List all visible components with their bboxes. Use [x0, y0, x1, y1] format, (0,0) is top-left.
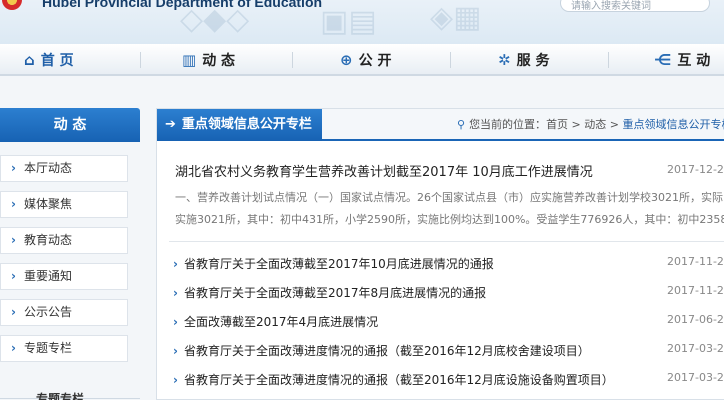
sidebar-item-label: 媒体聚焦: [23, 197, 72, 211]
feature-article-summary: 一、营养改善计划试点情况（一）国家试点情况。26个国家试点县（市）应实施营养改善…: [175, 187, 724, 231]
content-panel: ➔ 重点领域信息公开专栏 ⚲ 您当前的位置：首页 > 动态 > 重点领域信息公开专栏…: [156, 108, 724, 400]
header-decoration: ◈▦: [430, 0, 482, 35]
emblem-logo: [2, 0, 22, 10]
nav-item-interact[interactable]: ⋲ 互 动: [654, 44, 710, 76]
site-title: Hubei Provincial Department of Education: [42, 0, 323, 10]
building-icon: ▥: [182, 51, 197, 69]
chevron-right-icon: ➔: [165, 117, 176, 132]
nav-item-news[interactable]: ▥ 动 态: [182, 44, 235, 76]
list-item[interactable]: › 全面改薄截至2017年4月底进展情况 2017-06-22: [173, 313, 724, 333]
chevron-right-icon: ›: [11, 269, 16, 283]
sidebar-item-notices[interactable]: › 重要通知: [0, 263, 128, 290]
main-nav: ⌂ 首 页 ▥ 动 态 ⊕ 公 开 ✲ 服 务 ⋲ 互 动: [0, 44, 724, 76]
gear-icon: ✲: [498, 51, 511, 69]
chevron-right-icon: ›: [11, 233, 16, 247]
chevron-right-icon: ›: [11, 197, 16, 211]
panel-title: 重点领域信息公开专栏: [181, 117, 312, 132]
sidebar-item-dept-news[interactable]: › 本厅动态: [0, 155, 128, 182]
nav-item-label: 首 页: [40, 53, 74, 69]
nav-item-label: 服 务: [516, 53, 550, 69]
nav-divider: [450, 52, 451, 68]
list-item[interactable]: › 省教育厅关于全面改薄进度情况的通报（截至2016年12月底校舍建设项目） 20…: [173, 342, 724, 362]
feature-article-date: 2017-12-20: [667, 163, 724, 176]
breadcrumb-separator: >: [568, 118, 585, 131]
globe-icon: ⊕: [340, 51, 353, 69]
site-header: ◇◆◇ ▣▤ ◈▦ Hubei Provincial Department of…: [0, 0, 724, 44]
chevron-right-icon: ›: [173, 257, 178, 271]
list-item-title: 省教育厅关于全面改薄截至2017年8月底进展情况的通报: [183, 286, 487, 300]
list-item-date: 2017-03-24: [667, 371, 724, 384]
nav-divider: [608, 52, 609, 68]
chevron-right-icon: ›: [11, 341, 16, 355]
list-item-title: 全面改薄截至2017年4月底进展情况: [183, 315, 379, 329]
sidebar-item-media[interactable]: › 媒体聚焦: [0, 191, 128, 218]
share-icon: ⋲: [654, 51, 672, 69]
chevron-right-icon: ›: [173, 344, 178, 358]
list-divider: [169, 241, 724, 242]
list-item[interactable]: › 省教育厅关于全面改薄进度情况的通报（截至2016年12月底设施设备购置项目） …: [173, 371, 724, 391]
breadcrumb: ⚲ 您当前的位置：首页 > 动态 > 重点领域信息公开专栏: [457, 109, 724, 141]
summary-line: 实施3021所，其中：初中431所，小学2590所，实施比例均达到100%。受益…: [175, 213, 724, 226]
sidebar-item-label: 专题专栏: [23, 341, 72, 355]
chevron-right-icon: ›: [173, 286, 178, 300]
sidebar-item-label: 教育动态: [23, 233, 72, 247]
breadcrumb-separator: >: [606, 118, 623, 131]
breadcrumb-section-link[interactable]: 动态: [584, 118, 606, 131]
sidebar-item-topics[interactable]: › 专题专栏: [0, 335, 128, 362]
sidebar-title: 动 态: [0, 108, 140, 142]
panel-header: ➔ 重点领域信息公开专栏 ⚲ 您当前的位置：首页 > 动态 > 重点领域信息公开专栏: [157, 109, 724, 141]
list-item-title: 省教育厅关于全面改薄进度情况的通报（截至2016年12月底设施设备购置项目）: [183, 373, 614, 387]
sidebar-item-label: 公示公告: [23, 305, 72, 319]
nav-item-label: 动 态: [202, 53, 236, 69]
panel-title-tab: ➔ 重点领域信息公开专栏: [157, 109, 322, 141]
chevron-right-icon: ›: [11, 161, 16, 175]
sidebar: 动 态 › 本厅动态 › 媒体聚焦 › 教育动态 › 重要通知 › 公示公告 › 专题专栏 …: [0, 108, 140, 400]
list-item-date: 2017-06-22: [667, 313, 724, 326]
nav-divider: [140, 52, 141, 68]
breadcrumb-home-link[interactable]: 首页: [546, 118, 568, 131]
list-item-title: 省教育厅关于全面改薄进度情况的通报（截至2016年12月底校舍建设项目）: [183, 344, 590, 358]
list-item-date: 2017-11-23: [667, 284, 724, 297]
list-item[interactable]: › 省教育厅关于全面改薄截至2017年10月底进展情况的通报 2017-11-23: [173, 255, 724, 275]
feature-article-link[interactable]: 湖北省农村义务教育学生营养改善计划截至2017年 10月底工作进展情况: [175, 161, 593, 180]
nav-item-label: 互 动: [677, 53, 711, 69]
sidebar-item-education-news[interactable]: › 教育动态: [0, 227, 128, 254]
breadcrumb-prefix: 您当前的位置：: [469, 118, 547, 131]
sidebar-item-announcements[interactable]: › 公示公告: [0, 299, 128, 326]
nav-item-home[interactable]: ⌂ 首 页: [24, 44, 74, 76]
sidebar-item-label: 重要通知: [23, 269, 72, 283]
list-item-date: 2017-11-23: [667, 255, 724, 268]
nav-item-service[interactable]: ✲ 服 务: [498, 44, 549, 76]
list-item-title: 省教育厅关于全面改薄截至2017年10月底进展情况的通报: [183, 257, 494, 271]
list-item-date: 2017-03-24: [667, 342, 724, 355]
chevron-right-icon: ›: [173, 373, 178, 387]
chevron-right-icon: ›: [11, 305, 16, 319]
nav-divider: [292, 52, 293, 68]
home-icon: ⌂: [24, 51, 35, 69]
sidebar-subtitle: 专题专栏: [36, 392, 85, 400]
header-decoration: ▣▤: [320, 4, 377, 39]
location-pin-icon: ⚲: [457, 118, 466, 131]
sidebar-item-label: 本厅动态: [23, 161, 72, 175]
summary-line: 一、营养改善计划试点情况（一）国家试点情况。26个国家试点县（市）应实施营养改善…: [175, 191, 723, 204]
search-input[interactable]: 请输入搜索关键词: [560, 0, 710, 12]
chevron-right-icon: ›: [173, 315, 178, 329]
nav-item-label: 公 开: [358, 53, 392, 69]
breadcrumb-current[interactable]: 重点领域信息公开专栏: [623, 118, 724, 131]
list-item[interactable]: › 省教育厅关于全面改薄截至2017年8月底进展情况的通报 2017-11-23: [173, 284, 724, 304]
nav-item-open[interactable]: ⊕ 公 开: [340, 44, 391, 76]
